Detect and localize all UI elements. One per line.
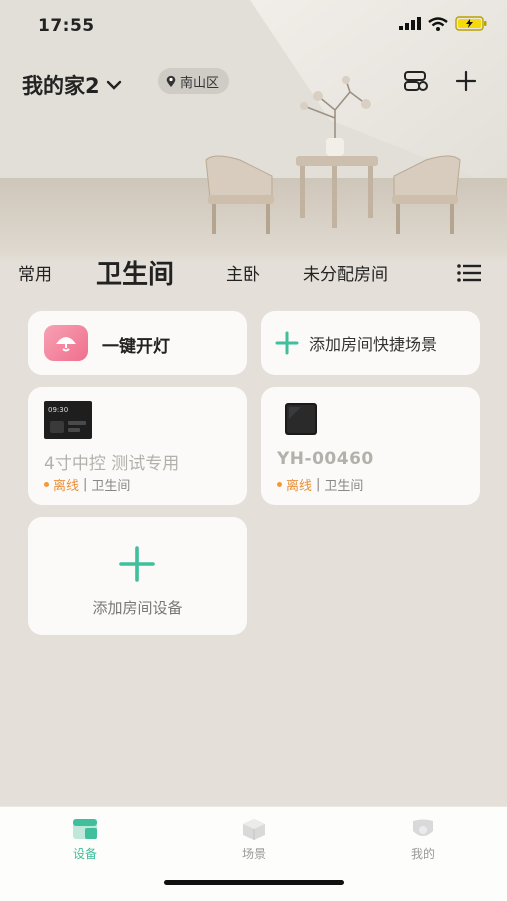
- nav-devices-label: 设备: [72, 847, 97, 861]
- scenes-cube-icon: [243, 819, 265, 840]
- status-icons: [399, 16, 487, 31]
- status-time: 17:55: [38, 16, 95, 36]
- add-icon[interactable]: [455, 70, 477, 92]
- signal-icon: [399, 17, 421, 30]
- status-bar: 17:55: [0, 0, 507, 50]
- offline-dot: [277, 482, 282, 487]
- device-room: 卫生间: [91, 479, 131, 494]
- location-label: 南山区: [180, 75, 220, 91]
- battery-icon: [455, 16, 487, 31]
- nav-devices[interactable]: 设备: [55, 817, 115, 862]
- nav-profile-label: 我的: [410, 847, 435, 861]
- add-device-card[interactable]: 添加房间设备: [28, 517, 247, 635]
- device-card[interactable]: YH-00460 离线 | 卫生间: [261, 387, 480, 505]
- home-name: 我的家2: [22, 74, 100, 98]
- add-device-label: 添加房间设备: [92, 599, 183, 617]
- location-pin-icon: [166, 75, 176, 87]
- home-indicator: [164, 880, 344, 885]
- device-name: 4寸中控 测试专用: [44, 454, 180, 474]
- room-tabs: 常用 卫生间 主卧 未分配房间: [0, 250, 507, 294]
- header-actions: [403, 70, 477, 92]
- status-divider: |: [316, 477, 321, 492]
- scene-card[interactable]: 一键开灯: [28, 311, 247, 375]
- scene-label: 一键开灯: [102, 337, 170, 357]
- location-chip[interactable]: 南山区: [158, 68, 230, 94]
- plus-icon: [275, 331, 299, 355]
- device-status-row: 离线 | 卫生间: [44, 475, 130, 494]
- add-scene-label: 添加房间快捷场景: [309, 335, 438, 354]
- menu-icon[interactable]: [457, 264, 481, 282]
- offline-dot: [44, 482, 49, 487]
- device-card[interactable]: 09:30 4寸中控 测试专用 离线 | 卫生间: [28, 387, 247, 505]
- device-manage-icon[interactable]: [403, 70, 429, 92]
- bottom-nav: 设备 场景 我的: [0, 806, 507, 901]
- add-scene-row: 添加房间快捷场景: [275, 331, 437, 355]
- add-scene-card[interactable]: 添加房间快捷场景: [261, 311, 480, 375]
- nav-scenes[interactable]: 场景: [224, 817, 284, 862]
- status-divider: |: [83, 477, 88, 492]
- tab-unassigned[interactable]: 未分配房间: [303, 260, 388, 285]
- thumbnail-clock: 09:30: [48, 406, 68, 414]
- scene-icon-wrap: [44, 325, 88, 361]
- tab-bathroom[interactable]: 卫生间: [96, 254, 174, 291]
- tab-common[interactable]: 常用: [18, 260, 52, 285]
- control-panel-thumbnail: 09:30: [44, 401, 92, 439]
- plus-icon: [119, 546, 155, 582]
- device-status: 离线: [286, 479, 313, 494]
- devices-icon: [73, 819, 97, 839]
- home-switcher[interactable]: 我的家2: [22, 70, 122, 100]
- chevron-down-icon: [106, 80, 121, 90]
- device-status: 离线: [53, 479, 80, 494]
- lamp-icon: [56, 337, 76, 352]
- nav-scenes-label: 场景: [241, 847, 266, 861]
- device-room: 卫生间: [324, 479, 364, 494]
- profile-icon: [413, 819, 433, 836]
- device-status-row: 离线 | 卫生间: [277, 475, 363, 494]
- switch-panel-thumbnail: [285, 403, 317, 435]
- wifi-icon: [428, 16, 448, 31]
- nav-profile[interactable]: 我的: [393, 817, 453, 862]
- tab-master-bedroom[interactable]: 主卧: [226, 260, 260, 285]
- device-name: YH-00460: [277, 449, 374, 469]
